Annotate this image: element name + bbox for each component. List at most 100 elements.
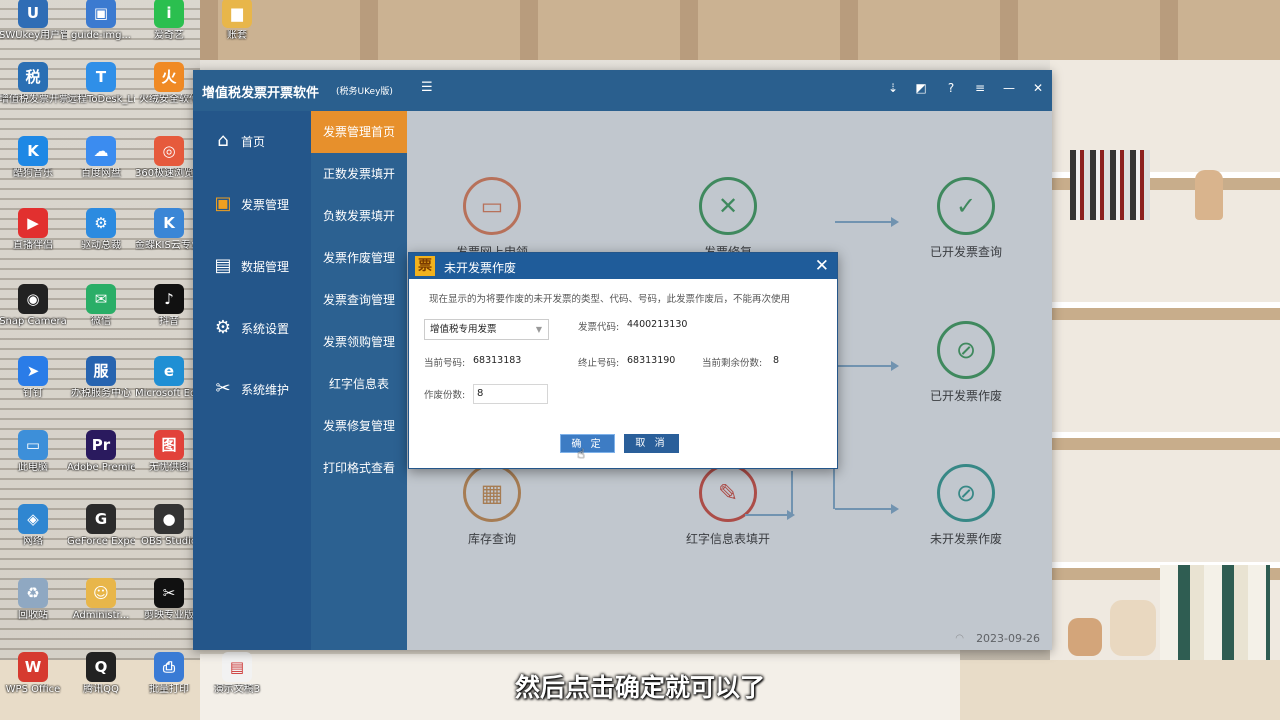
desktop-shortcut-label: 此电脑 (18, 462, 48, 473)
desktop-shortcut[interactable]: T 远程ToDesk_Lite (67, 62, 135, 106)
desktop-shortcut-label: 回收站 (18, 610, 48, 621)
invoice-box-icon: ▣ (214, 193, 232, 214)
image-file-icon: ▣ (86, 0, 116, 28)
wallpaper-vase (1195, 170, 1223, 220)
minimize-icon[interactable]: — (999, 78, 1019, 98)
desktop-shortcut[interactable]: ▣ guide-img... (67, 0, 135, 42)
wallpaper-pot-small (1068, 618, 1102, 656)
desktop-shortcut[interactable]: i 爱奇艺 (135, 0, 203, 42)
nav-item-system-maintenance[interactable]: ✂ 系统维护 (193, 371, 311, 407)
dialog-close-icon[interactable]: ✕ (815, 255, 829, 277)
desktop-shortcut-label: 酷狗音乐 (13, 168, 53, 179)
subnav-item-void-management[interactable]: 发票作废管理 (311, 237, 407, 279)
desktop-shortcut-label: 网络 (23, 536, 43, 547)
desktop-shortcut[interactable]: ◈ 网络 (0, 504, 67, 548)
desktop-shortcut-label: guide-img... (71, 30, 131, 41)
data-icon: ▤ (214, 255, 232, 276)
browser-360-icon: ◎ (154, 136, 184, 166)
jianying-icon: ✂ (154, 578, 184, 608)
pin-icon[interactable]: ⇣ (883, 78, 903, 98)
subnav-item-query-management[interactable]: 发票查询管理 (311, 279, 407, 321)
wechat-icon: ✉ (86, 284, 116, 314)
invoice-logo-icon: 票 (415, 256, 435, 276)
invoice-code-value: 4400213130 (627, 319, 688, 330)
desktop-shortcut-label: Administr... (72, 610, 130, 621)
desktop-shortcut-label: 账套 (227, 30, 247, 41)
nav-item-invoice-management[interactable]: ▣ 发票管理 (193, 186, 311, 222)
desktop-shortcut[interactable]: 税增值税发票开票软件（税... (0, 62, 67, 106)
help-icon[interactable]: ? (941, 78, 961, 98)
end-number-label: 终止号码: (578, 358, 620, 369)
current-number-value: 68313183 (473, 355, 522, 366)
video-caption: 然后点击确定就可以了 (514, 673, 765, 702)
subnav-item-positive-invoice[interactable]: 正数发票填开 (311, 153, 407, 195)
subnav-item-purchase-management[interactable]: 发票领购管理 (311, 321, 407, 363)
desktop-shortcut[interactable]: G GeForce Experience (67, 504, 135, 548)
menu-icon[interactable]: ≡ (970, 78, 990, 98)
desktop-shortcut[interactable]: U SWUkey用户管理工具 (0, 0, 67, 42)
desktop-shortcut-label: Adobe Premie... (67, 462, 135, 473)
app-subtitle: (税务UKey版) (336, 87, 393, 97)
confirm-button[interactable]: 确 定 (560, 434, 615, 453)
live-companion-icon: ▶ (18, 208, 48, 238)
desktop-shortcut[interactable]: ➤ 钉钉 (0, 356, 67, 400)
douyin-icon: ♪ (154, 284, 184, 314)
desktop-shortcut[interactable]: K 酷狗音乐 (0, 136, 67, 180)
menu-toggle-icon[interactable]: ☰ (421, 80, 433, 95)
desktop-shortcut[interactable]: ◉ Snap Camera (0, 284, 67, 328)
driver-icon: ⚙ (86, 208, 116, 238)
kugou-icon: K (18, 136, 48, 166)
wallpaper-ceiling (200, 0, 1280, 60)
nav-item-system-settings[interactable]: ⚙ 系统设置 (193, 310, 311, 346)
invoice-subnav: 发票管理首页 正数发票填开 负数发票填开 发票作废管理 发票查询管理 发票领购管… (311, 111, 407, 650)
desktop-shortcut[interactable]: ☺ Administr... (67, 578, 135, 622)
desktop-shortcut-label: 钉钉 (23, 388, 43, 399)
this-pc-icon: ▭ (18, 430, 48, 460)
nav-label: 数据管理 (241, 259, 290, 274)
tax-service-icon: 服 (86, 356, 116, 386)
invoice-code-label: 发票代码: (578, 322, 620, 333)
desktop-shortcut[interactable]: ☁ 百度网盘 (67, 136, 135, 180)
app-titlebar: 增值税发票开票软件 (税务UKey版) ☰ ⇣ ◩ ? ≡ — ✕ (193, 70, 1052, 111)
nav-label: 发票管理 (241, 197, 290, 212)
desktop-shortcut[interactable]: ▶ 直播伴侣 (0, 208, 67, 252)
desktop-shortcut[interactable]: ✉ 微信 (67, 284, 135, 328)
desktop-shortcut-label: 增值税发票开票软件（税... (0, 94, 67, 105)
invoice-type-select[interactable]: 增值税专用发票 ▼ (424, 319, 549, 340)
desktop-shortcut[interactable]: ♻ 回收站 (0, 578, 67, 622)
nav-item-data-management[interactable]: ▤ 数据管理 (193, 248, 311, 284)
desktop-shortcut[interactable]: ▭ 此电脑 (0, 430, 67, 474)
premiere-icon: Pr (86, 430, 116, 460)
user-folder-icon: ☺ (86, 578, 116, 608)
void-unissued-dialog: 票 未开发票作废 ✕ 现在显示的为将要作废的未开发票的类型、代码、号码，此发票作… (408, 252, 838, 469)
skin-icon[interactable]: ◩ (911, 78, 931, 98)
desktop-shortcut-label: 直播伴侣 (13, 240, 53, 251)
subnav-item-red-form[interactable]: 红字信息表 (311, 363, 407, 405)
subnav-item-repair-management[interactable]: 发票修复管理 (311, 405, 407, 447)
subnav-item-invoice-home[interactable]: 发票管理首页 (311, 111, 407, 153)
close-icon[interactable]: ✕ (1028, 78, 1048, 98)
main-sidebar: ⌂ 首页 ▣ 发票管理 ▤ 数据管理 ⚙ 系统设置 ✂ 系统维护 (193, 111, 311, 650)
desktop-shortcut[interactable]: ⚙ 驱动总裁 (67, 208, 135, 252)
nav-item-home[interactable]: ⌂ 首页 (193, 123, 311, 159)
desktop-shortcut[interactable]: Pr Adobe Premie... (67, 430, 135, 474)
remaining-count-value: 8 (773, 355, 780, 366)
void-count-input[interactable]: 8 (473, 384, 548, 404)
subnav-item-print-format[interactable]: 打印格式查看 (311, 447, 407, 489)
obs-icon: ● (154, 504, 184, 534)
nav-label: 首页 (241, 134, 266, 149)
network-icon: ◈ (18, 504, 48, 534)
current-number-label: 当前号码: (424, 358, 466, 369)
void-count-label: 作废份数: (424, 390, 466, 401)
desktop-shortcut-label: Snap Camera (0, 316, 67, 327)
cancel-button[interactable]: 取 消 (624, 434, 679, 453)
desktop-shortcut-label: GeForce Experience (67, 536, 135, 547)
desktop-shortcut[interactable]: ▆ 账套 (203, 0, 271, 42)
nav-label: 系统设置 (241, 321, 290, 336)
desktop-shortcut-label: 驱动总裁 (81, 240, 121, 251)
recycle-bin-icon: ♻ (18, 578, 48, 608)
maintenance-icon: ✂ (215, 378, 231, 399)
desktop-shortcut[interactable]: 服办税服务中心 (67, 356, 135, 400)
subnav-item-negative-invoice[interactable]: 负数发票填开 (311, 195, 407, 237)
invoice-type-value: 增值税专用发票 (430, 324, 497, 335)
